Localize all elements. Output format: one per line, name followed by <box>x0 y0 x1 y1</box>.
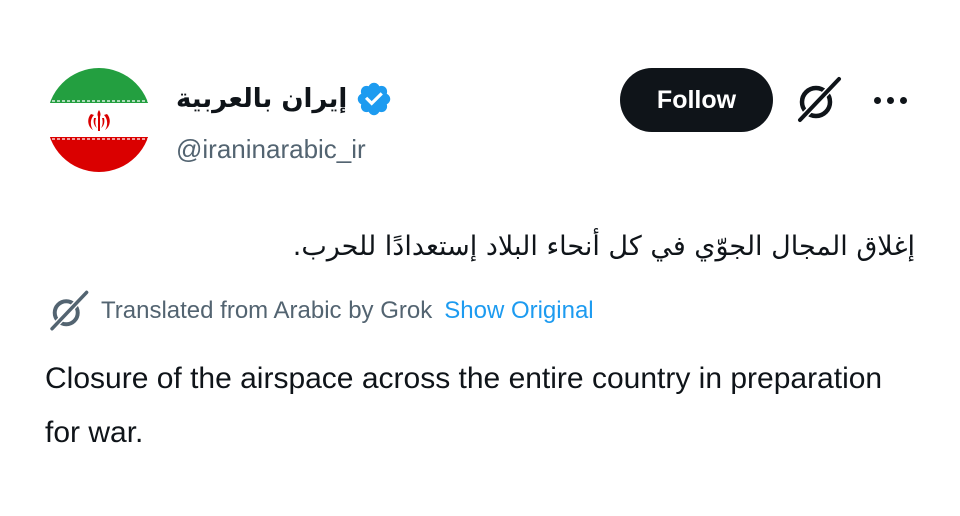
more-dot <box>886 96 894 104</box>
grok-icon <box>47 290 89 334</box>
follow-button[interactable]: Follow <box>620 68 773 132</box>
show-original-link[interactable]: Show Original <box>444 297 593 325</box>
handle[interactable]: @iraninarabic_ir <box>176 131 366 167</box>
more-dot <box>899 96 907 104</box>
post-original-text: إغلاق المجال الجوّي في كل أنحاء البلاد إ… <box>292 231 915 262</box>
translation-label: Translated from Arabic by Grok <box>101 297 433 324</box>
more-options-icon[interactable] <box>866 82 914 118</box>
iran-flag-icon <box>47 68 151 172</box>
grok-icon[interactable] <box>792 74 844 126</box>
display-name-text: إيران بالعربية <box>176 84 348 114</box>
more-dot <box>873 96 881 104</box>
avatar[interactable] <box>47 68 151 172</box>
verified-badge-icon <box>358 82 391 116</box>
display-name[interactable]: إيران بالعربية <box>176 79 393 119</box>
translated-text: Closure of the airspace across the entir… <box>45 362 883 449</box>
translation-row: Translated from Arabic by Grok Show Orig… <box>45 288 594 334</box>
